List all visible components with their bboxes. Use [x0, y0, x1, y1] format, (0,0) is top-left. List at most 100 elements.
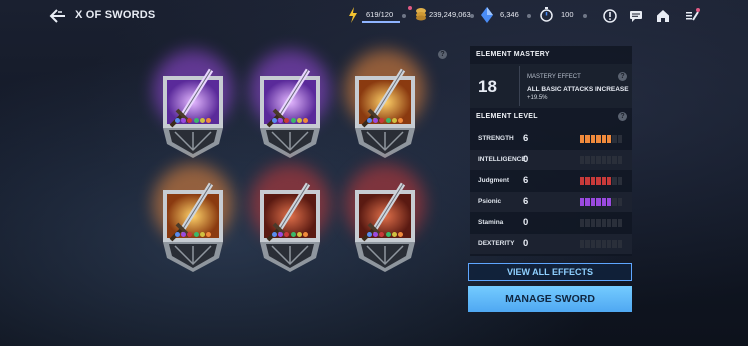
back-arrow-icon[interactable] — [48, 8, 66, 24]
level-segment — [596, 219, 601, 227]
element-name: Stamina — [478, 219, 504, 226]
gem-icon — [385, 118, 391, 123]
gem-icon — [397, 232, 403, 237]
separator-dot — [583, 14, 587, 18]
sword-slot-judgment[interactable] — [345, 164, 425, 272]
gem-icon — [272, 232, 277, 237]
home-icon[interactable] — [653, 6, 673, 26]
gem-icon — [187, 118, 193, 123]
level-segment — [612, 156, 617, 164]
lightning-icon — [349, 7, 357, 23]
gem-icon — [193, 232, 199, 237]
level-segment — [590, 198, 596, 206]
separator-dot — [527, 14, 531, 18]
sword-slot-judgment[interactable] — [250, 164, 330, 272]
manage-sword-button[interactable]: MANAGE SWORD — [468, 286, 632, 312]
gem-icon — [278, 232, 284, 237]
gem-icon — [175, 232, 180, 237]
element-level-row: INTELLIGENCE 0 — [470, 150, 632, 170]
gem-icon — [290, 118, 296, 123]
level-segment — [596, 198, 601, 206]
stopwatch-icon — [540, 7, 553, 22]
gem-icon — [379, 118, 385, 123]
gem-icon — [272, 118, 277, 123]
gem-icon — [193, 118, 199, 123]
level-segment — [612, 240, 617, 248]
gem-icon — [379, 232, 385, 237]
level-segment — [601, 156, 606, 164]
element-value: 0 — [523, 217, 529, 228]
level-segment — [580, 219, 585, 227]
level-segment — [617, 156, 622, 164]
crystal-icon — [481, 7, 493, 23]
level-segment — [590, 177, 596, 185]
separator-dot — [470, 14, 474, 18]
element-value: 0 — [523, 238, 529, 249]
sword-slot-strength[interactable] — [345, 50, 425, 158]
level-segment — [601, 135, 606, 143]
alert-icon[interactable] — [600, 6, 620, 26]
level-segment — [606, 219, 612, 227]
element-value: 6 — [523, 196, 529, 207]
level-segment — [585, 219, 590, 227]
level-segment — [606, 135, 612, 143]
element-level-help-icon[interactable]: ? — [618, 112, 627, 121]
coin-icon — [416, 8, 426, 21]
element-level-bar — [580, 135, 622, 143]
gem-icon — [391, 232, 397, 237]
level-segment — [585, 240, 590, 248]
gem-icon — [175, 118, 180, 123]
level-segment — [606, 177, 612, 185]
element-name: INTELLIGENCE — [478, 156, 526, 163]
element-level-bar — [580, 156, 622, 164]
element-level-bar — [580, 177, 622, 185]
element-level-bar — [580, 198, 622, 206]
gem-icon — [181, 118, 187, 123]
quest-notification-dot — [696, 8, 700, 12]
gem-row — [367, 232, 403, 238]
page-title: X OF SWORDS — [75, 9, 156, 21]
element-level-row: DEXTERITY 0 — [470, 234, 632, 254]
sword-slot-psionic[interactable] — [250, 50, 330, 158]
gem-row — [272, 118, 308, 124]
energy-notification-dot — [408, 6, 412, 10]
element-value: 0 — [523, 154, 529, 165]
gem-icon — [397, 118, 403, 123]
gem-icon — [290, 232, 296, 237]
gem-icon — [373, 118, 379, 123]
level-segment — [585, 198, 590, 206]
gem-icon — [391, 118, 397, 123]
sword-slot-psionic[interactable] — [153, 50, 233, 158]
level-segment — [580, 198, 585, 206]
gem-icon — [296, 232, 302, 237]
gem-icon — [187, 232, 193, 237]
level-segment — [580, 177, 585, 185]
element-mastery-title: ELEMENT MASTERY — [476, 51, 550, 58]
chat-icon[interactable] — [626, 6, 646, 26]
level-segment — [590, 135, 596, 143]
element-name: DEXTERITY — [478, 240, 515, 247]
gem-icon — [284, 232, 290, 237]
gem-icon — [367, 232, 372, 237]
level-segment — [612, 198, 617, 206]
level-segment — [601, 240, 606, 248]
element-level-title: ELEMENT LEVEL — [476, 113, 538, 120]
gem-icon — [278, 118, 284, 123]
element-value: 6 — [523, 133, 529, 144]
view-all-effects-button[interactable]: VIEW ALL EFFECTS — [468, 263, 632, 281]
level-segment — [617, 219, 622, 227]
level-segment — [585, 156, 590, 164]
gem-icon — [205, 118, 211, 123]
level-segment — [606, 240, 612, 248]
level-segment — [601, 198, 606, 206]
level-segment — [585, 135, 590, 143]
gem-row — [175, 232, 211, 238]
level-segment — [590, 219, 596, 227]
separator-dot — [402, 14, 406, 18]
gem-icon — [302, 232, 308, 237]
energy-progress-fill — [362, 21, 400, 23]
mastery-level: 18 — [478, 77, 497, 96]
mastery-effect-desc: ALL BASIC ATTACKS INCREASE — [527, 86, 629, 93]
sword-slot-strength[interactable] — [153, 164, 233, 272]
mastery-help-icon[interactable]: ? — [618, 72, 627, 81]
